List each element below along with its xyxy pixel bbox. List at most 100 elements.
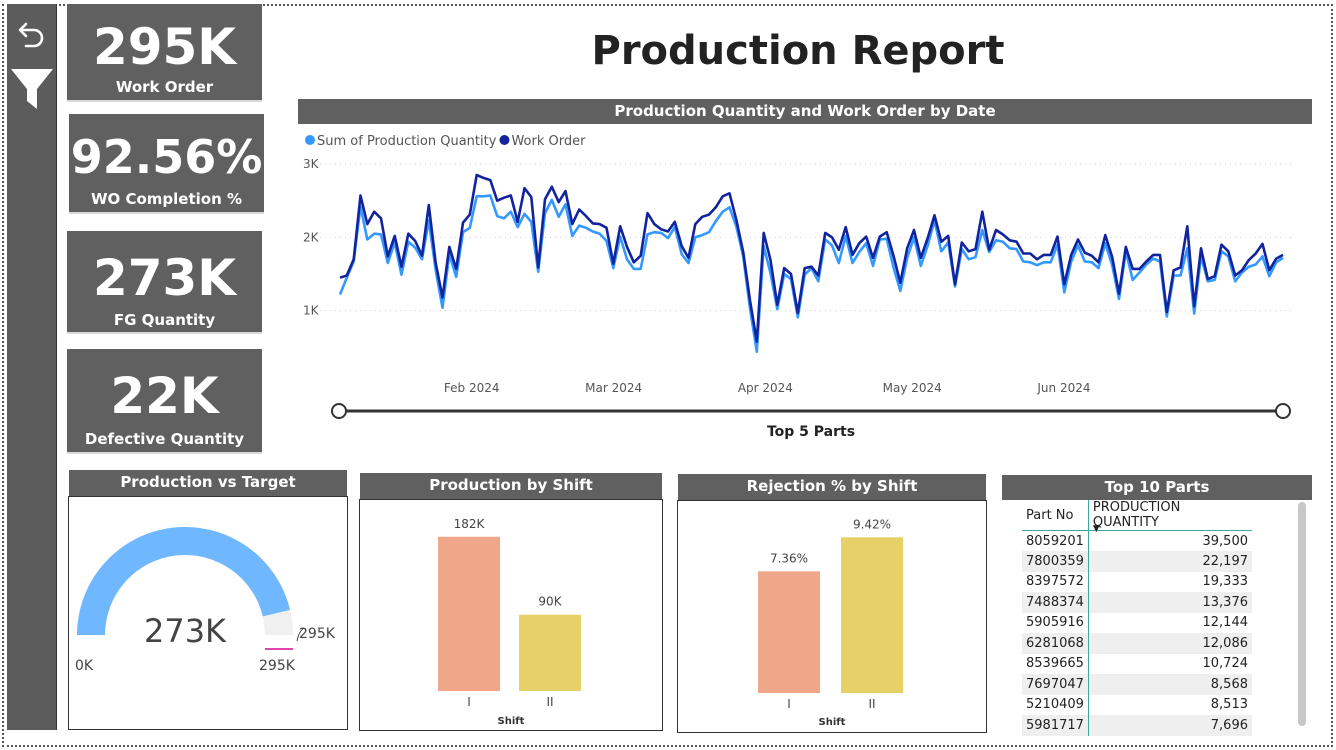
gauge-max-label: 295K bbox=[259, 658, 296, 674]
legend-entry: Work Order bbox=[511, 134, 586, 149]
table-row[interactable]: 5981717 7,696 bbox=[1022, 715, 1252, 736]
kpi-label: Defective Quantity bbox=[84, 430, 245, 448]
quantity-cell: 12,086 bbox=[1088, 633, 1252, 654]
kpi-card-wo-completion: 92.56% WO Completion % bbox=[69, 114, 264, 214]
kpi-card-work-order: 295K Work Order bbox=[67, 4, 262, 102]
kpi-label: WO Completion % bbox=[90, 190, 243, 208]
y-tick-label: 3K bbox=[303, 157, 320, 171]
legend-marker bbox=[499, 135, 510, 145]
gauge-panel: 273K 0K 295K 295K bbox=[68, 496, 348, 730]
y-tick-label: 1K bbox=[303, 304, 320, 318]
part-no-cell: 6281068 bbox=[1022, 633, 1089, 654]
shift-chart-header: Production by Shift bbox=[360, 473, 662, 499]
slicer-caption: Top 5 Parts bbox=[767, 424, 855, 440]
bar-shift-ii[interactable] bbox=[519, 614, 581, 691]
part-no-cell: 8059201 bbox=[1022, 530, 1089, 551]
x-tick-label: I bbox=[787, 697, 791, 711]
production-by-shift-chart[interactable]: 182K 90K I II Shift bbox=[360, 500, 662, 730]
line-chart[interactable]: Sum of Production Quantity Work Order 1K… bbox=[298, 126, 1312, 456]
sort-descending-icon[interactable]: ▼ bbox=[1093, 524, 1100, 534]
quantity-cell: 19,333 bbox=[1202, 574, 1249, 590]
kpi-value: 92.56% bbox=[70, 130, 263, 184]
data-label: 7.36% bbox=[770, 551, 808, 565]
part-no-cell: 5981717 bbox=[1022, 715, 1089, 736]
x-tick-label: May 2024 bbox=[883, 381, 942, 395]
kpi-card-fg-quantity: 273K FG Quantity bbox=[67, 231, 262, 334]
part-no-cell: 8539665 bbox=[1022, 653, 1089, 674]
kpi-card-defective-quantity: 22K Defective Quantity bbox=[67, 349, 262, 454]
part-no-cell: 5210409 bbox=[1022, 694, 1089, 715]
date-slider-start-handle[interactable] bbox=[331, 403, 347, 419]
table-row[interactable]: 6281068 12,086 bbox=[1022, 633, 1252, 654]
x-tick-label: Apr 2024 bbox=[738, 381, 793, 395]
chart-legend: Sum of Production Quantity Work Order bbox=[305, 134, 586, 149]
column-header-production-quantity[interactable]: PRODUCTION QUANTITY ▼ bbox=[1088, 500, 1252, 534]
kpi-label: Work Order bbox=[115, 78, 214, 96]
part-no-cell: 8397572 bbox=[1022, 571, 1089, 592]
series-line-production-quantity[interactable] bbox=[338, 194, 1284, 353]
quantity-cell: 12,144 bbox=[1202, 615, 1249, 631]
kpi-label: FG Quantity bbox=[113, 311, 216, 329]
x-tick-label: Mar 2024 bbox=[585, 381, 642, 395]
part-no-cell: 5905916 bbox=[1022, 612, 1089, 633]
kpi-value: 22K bbox=[110, 367, 219, 425]
legend-entry: Sum of Production Quantity bbox=[317, 134, 497, 149]
table-row[interactable]: 5905916 12,144 bbox=[1022, 612, 1252, 633]
y-axis: 1K 2K 3K bbox=[303, 157, 320, 318]
quantity-cell: 22,197 bbox=[1088, 551, 1252, 572]
gauge-min-label: 0K bbox=[75, 658, 94, 674]
table-row[interactable]: 7488374 13,376 bbox=[1022, 592, 1252, 613]
bar-shift-i[interactable] bbox=[438, 536, 500, 691]
bar-shift-i[interactable] bbox=[758, 571, 820, 693]
line-chart-header: Production Quantity and Work Order by Da… bbox=[298, 99, 1312, 124]
funnel-filter-icon[interactable] bbox=[7, 66, 57, 112]
part-no-cell: 7488374 bbox=[1022, 592, 1089, 613]
quantity-cell: 13,376 bbox=[1088, 592, 1252, 613]
data-label: 182K bbox=[454, 517, 486, 531]
page-title: Production Report bbox=[591, 28, 1005, 74]
table-row[interactable]: 7800359 22,197 bbox=[1022, 551, 1252, 572]
y-tick-label: 2K bbox=[303, 230, 320, 244]
table-scrollbar[interactable] bbox=[1298, 502, 1306, 726]
table-row[interactable]: 5210409 8,513 bbox=[1022, 694, 1252, 715]
top-parts-header: Top 10 Parts bbox=[1002, 475, 1312, 500]
part-no-cell: 7800359 bbox=[1022, 551, 1089, 572]
x-axis-title: Shift bbox=[498, 716, 525, 727]
chart-gridlines bbox=[320, 163, 1294, 312]
series-line-work-order[interactable] bbox=[339, 173, 1284, 343]
part-no-cell: 7697047 bbox=[1022, 674, 1089, 695]
quantity-cell: 39,500 bbox=[1202, 533, 1249, 549]
x-axis: Feb 2024 Mar 2024 Apr 2024 May 2024 Jun 2024 bbox=[444, 381, 1091, 395]
quantity-cell: 7,696 bbox=[1088, 715, 1252, 736]
top-parts-table-container: Part No PRODUCTION QUANTITY ▼ 8059201 39,… bbox=[1022, 500, 1252, 740]
undo-arrow-icon[interactable] bbox=[7, 18, 57, 48]
table-row[interactable]: 8059201 39,500 bbox=[1022, 530, 1252, 551]
table-row[interactable]: 7697047 8,568 bbox=[1022, 674, 1252, 695]
gauge-value: 273K bbox=[144, 612, 227, 650]
shift-chart-panel: 182K 90K I II Shift bbox=[359, 499, 663, 731]
table-row[interactable]: 8397572 19,333 bbox=[1022, 571, 1252, 592]
column-header-label: PRODUCTION QUANTITY bbox=[1092, 500, 1181, 530]
x-tick-label: II bbox=[546, 695, 553, 709]
gauge-target-label: 295K bbox=[299, 626, 336, 642]
table-row[interactable]: 8539665 10,724 bbox=[1022, 653, 1252, 674]
data-label: 90K bbox=[538, 595, 562, 609]
kpi-value: 273K bbox=[92, 249, 237, 307]
bar-shift-ii[interactable] bbox=[841, 537, 903, 693]
x-tick-label: Jun 2024 bbox=[1036, 381, 1090, 395]
rejection-chart-panel: 7.36% 9.42% I II Shift bbox=[677, 500, 987, 733]
chart-series bbox=[338, 173, 1284, 353]
rejection-by-shift-chart[interactable]: 7.36% 9.42% I II Shift bbox=[678, 501, 986, 732]
x-tick-label: Feb 2024 bbox=[444, 381, 500, 395]
x-tick-label: I bbox=[467, 695, 471, 709]
rejection-chart-header: Rejection % by Shift bbox=[678, 474, 986, 500]
date-slider-end-handle[interactable] bbox=[1275, 403, 1291, 419]
column-header-part-no[interactable]: Part No bbox=[1022, 500, 1089, 531]
top-parts-table: Part No PRODUCTION QUANTITY ▼ 8059201 39,… bbox=[1022, 500, 1252, 736]
gauge-header: Production vs Target bbox=[69, 470, 347, 496]
gauge-chart[interactable]: 273K 0K 295K 295K bbox=[69, 497, 347, 729]
sidebar bbox=[7, 4, 57, 730]
x-tick-label: II bbox=[868, 697, 875, 711]
x-axis-title: Shift bbox=[819, 717, 846, 728]
data-label: 9.42% bbox=[853, 517, 891, 531]
